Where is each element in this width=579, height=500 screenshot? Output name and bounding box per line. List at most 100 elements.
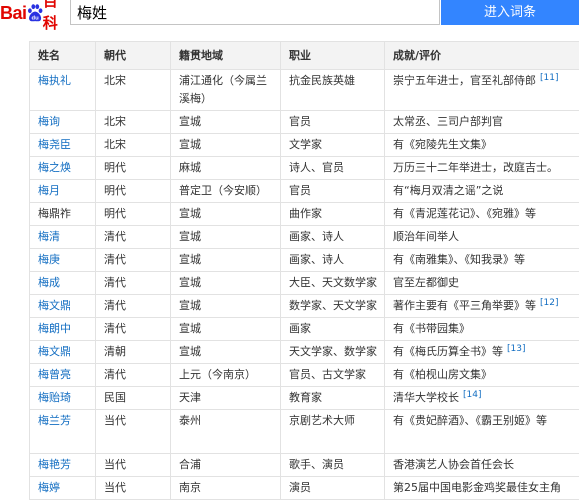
cell-achievement: 有“梅月双清之谣”之说 xyxy=(384,179,579,203)
cell-origin-text: 麻城 xyxy=(179,161,201,174)
cell-dynasty-text: 明代 xyxy=(104,184,126,197)
cell-achievement-text: 有《南雅集》、《知我录》等 xyxy=(393,253,525,266)
person-name-link[interactable]: 梅文鼎 xyxy=(38,345,71,358)
cell-occupation-text: 官员 xyxy=(289,184,311,197)
cell-origin: 合浦 xyxy=(170,453,281,477)
table-row: 梅清 清代 宣城 画家、诗人 顺治年间举人 xyxy=(29,225,579,249)
person-name-link[interactable]: 梅清 xyxy=(38,230,60,243)
cell-occupation: 演员 xyxy=(280,476,385,500)
cell-dynasty-text: 北宋 xyxy=(104,74,126,87)
table-row: 梅成 清代 宣城 大臣、天文数学家 官至左都御史 xyxy=(29,271,579,295)
person-name-link[interactable]: 梅兰芳 xyxy=(38,414,71,427)
cell-dynasty-text: 清代 xyxy=(104,368,126,381)
cell-name: 梅文鼎 xyxy=(29,340,96,364)
cell-dynasty-text: 清代 xyxy=(104,322,126,335)
table-row: 梅月 明代 普定卫（今安顺） 官员 有“梅月双清之谣”之说 xyxy=(29,179,579,203)
cell-name: 梅询 xyxy=(29,110,96,134)
table-row: 梅之焕 明代 麻城 诗人、官员 万历三十二年举进士，改庭吉士。 xyxy=(29,156,579,180)
cell-achievement-text: 万历三十二年举进士，改庭吉士。 xyxy=(393,161,558,174)
person-name-link[interactable]: 梅文鼎 xyxy=(38,299,71,312)
citation-link[interactable]: [14] xyxy=(463,390,481,400)
cell-achievement: 香港演艺人协会首任会长 xyxy=(384,453,579,477)
cell-dynasty: 清代 xyxy=(95,225,171,249)
cell-origin: 宣城 xyxy=(170,110,281,134)
cell-origin-text: 天津 xyxy=(179,391,201,404)
person-name-link[interactable]: 梅询 xyxy=(38,115,60,128)
cell-name: 梅兰芳 xyxy=(29,409,96,454)
citation-link[interactable]: [11] xyxy=(540,73,558,83)
cell-achievement: 有《贵妃醉酒》、《霸王别姬》等 xyxy=(384,409,579,454)
cell-name: 梅之焕 xyxy=(29,156,96,180)
cell-origin-text: 合浦 xyxy=(179,458,201,471)
cell-occupation: 画家 xyxy=(280,317,385,341)
cell-origin: 上元（今南京） xyxy=(170,363,281,387)
cell-origin: 宣城 xyxy=(170,202,281,226)
cell-occupation: 官员、古文学家 xyxy=(280,363,385,387)
table-header-row: 姓名 朝代 籍贯地域 职业 成就/评价 xyxy=(29,41,579,70)
baidu-paw-icon: du xyxy=(27,4,42,21)
cell-achievement: 有《梅氏历算全书》等 [13] xyxy=(384,340,579,364)
person-name-link[interactable]: 梅艳芳 xyxy=(38,458,71,471)
cell-dynasty: 当代 xyxy=(95,409,171,454)
cell-occupation-text: 画家 xyxy=(289,322,311,335)
cell-occupation-text: 数学家、天文学家 xyxy=(289,299,377,312)
cell-origin-text: 普定卫（今安顺） xyxy=(179,184,267,197)
cell-occupation: 曲作家 xyxy=(280,202,385,226)
cell-name: 梅贻琦 xyxy=(29,386,96,410)
cell-origin: 麻城 xyxy=(170,156,281,180)
cell-dynasty-text: 清代 xyxy=(104,299,126,312)
cell-occupation: 教育家 xyxy=(280,386,385,410)
cell-occupation-text: 官员 xyxy=(289,115,311,128)
cell-name: 梅月 xyxy=(29,179,96,203)
person-name-link[interactable]: 梅庚 xyxy=(38,253,60,266)
cell-origin-text: 宣城 xyxy=(179,115,201,128)
person-name-link[interactable]: 梅执礼 xyxy=(38,74,71,87)
cell-occupation-text: 官员、古文学家 xyxy=(289,368,366,381)
person-name-link[interactable]: 梅朗中 xyxy=(38,322,71,335)
person-name-link[interactable]: 梅曾亮 xyxy=(38,368,71,381)
cell-dynasty-text: 清代 xyxy=(104,276,126,289)
person-name-link[interactable]: 梅之焕 xyxy=(38,161,71,174)
cell-achievement-text: 第25届中国电影金鸡奖最佳女主角 xyxy=(393,481,561,494)
cell-dynasty: 清代 xyxy=(95,248,171,272)
cell-origin: 泰州 xyxy=(170,409,281,454)
cell-origin: 浦江通化（今属兰溪梅） xyxy=(170,69,281,111)
citation-link[interactable]: [13] xyxy=(507,344,525,354)
cell-achievement: 顺治年间举人 xyxy=(384,225,579,249)
cell-name: 梅执礼 xyxy=(29,69,96,111)
cell-dynasty-text: 民国 xyxy=(104,391,126,404)
enter-entry-button[interactable]: 进入词条 xyxy=(441,0,579,25)
cell-occupation-text: 画家、诗人 xyxy=(289,230,344,243)
person-name-link[interactable]: 梅贻琦 xyxy=(38,391,71,404)
cell-dynasty-text: 北宋 xyxy=(104,115,126,128)
cell-achievement: 崇宁五年进士，官至礼部侍郎 [11] xyxy=(384,69,579,111)
cell-achievement-text: 香港演艺人协会首任会长 xyxy=(393,458,514,471)
cell-origin: 天津 xyxy=(170,386,281,410)
person-name-link[interactable]: 梅成 xyxy=(38,276,60,289)
cell-occupation: 官员 xyxy=(280,179,385,203)
cell-dynasty: 清代 xyxy=(95,363,171,387)
person-name-link[interactable]: 梅月 xyxy=(38,184,60,197)
cell-occupation: 画家、诗人 xyxy=(280,248,385,272)
cell-achievement-text: 太常丞、三司户部判官 xyxy=(393,115,503,128)
cell-dynasty-text: 清代 xyxy=(104,230,126,243)
table-row: 梅尧臣 北宋 宣城 文学家 有《宛陵先生文集》 xyxy=(29,133,579,157)
cell-achievement-text: 著作主要有《平三角举要》等 xyxy=(393,299,536,312)
cell-name: 梅庚 xyxy=(29,248,96,272)
cell-achievement: 太常丞、三司户部判官 xyxy=(384,110,579,134)
cell-occupation: 诗人、官员 xyxy=(280,156,385,180)
cell-origin: 南京 xyxy=(170,476,281,500)
citation-link[interactable]: [12] xyxy=(540,298,558,308)
search-input[interactable] xyxy=(70,0,440,25)
baidu-baike-logo[interactable]: Bai du 百科 xyxy=(0,0,68,32)
cell-dynasty-text: 北宋 xyxy=(104,138,126,151)
person-name-link[interactable]: 梅尧臣 xyxy=(38,138,71,151)
cell-achievement-text: 官至左都御史 xyxy=(393,276,459,289)
table-row: 梅贻琦 民国 天津 教育家 清华大学校长 [14] xyxy=(29,386,579,410)
person-name-link[interactable]: 梅婷 xyxy=(38,481,60,494)
table-row: 梅庚 清代 宣城 画家、诗人 有《南雅集》、《知我录》等 xyxy=(29,248,579,272)
cell-occupation: 抗金民族英雄 xyxy=(280,69,385,111)
cell-origin-text: 宣城 xyxy=(179,207,201,220)
cell-achievement-text: 有《柏枧山房文集》 xyxy=(393,368,492,381)
cell-origin-text: 宣城 xyxy=(179,299,201,312)
